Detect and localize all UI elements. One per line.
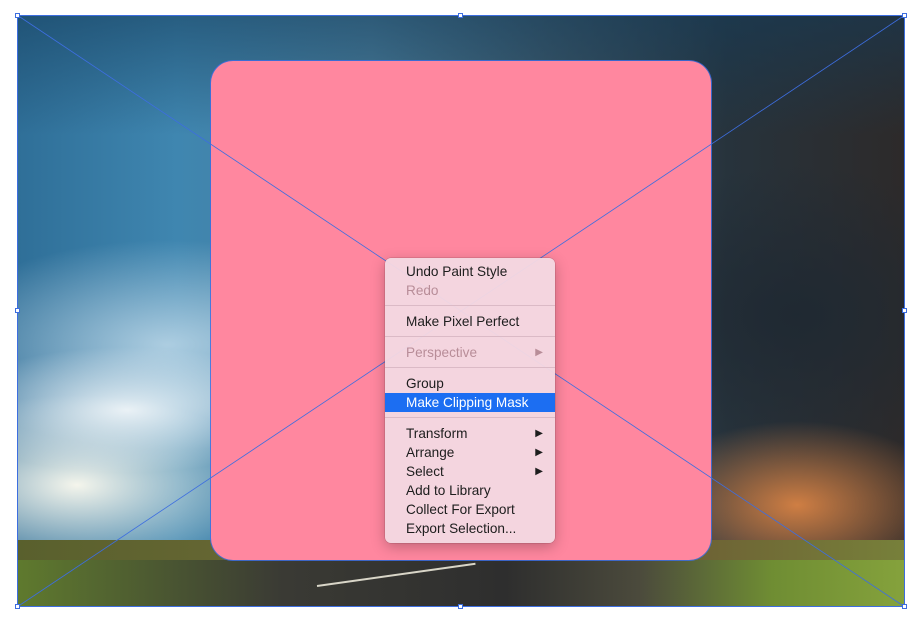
menu-separator [385, 336, 555, 337]
resize-handle-middle-left[interactable] [15, 308, 20, 313]
menu-item-label: Make Pixel Perfect [406, 314, 520, 329]
menu-item-make-pixel-perfect[interactable]: Make Pixel Perfect [385, 312, 555, 331]
menu-item-select[interactable]: Select ▶ [385, 462, 555, 481]
menu-item-arrange[interactable]: Arrange ▶ [385, 443, 555, 462]
menu-item-make-clipping-mask[interactable]: Make Clipping Mask [385, 393, 555, 412]
menu-item-perspective: Perspective ▶ [385, 343, 555, 362]
menu-item-collect-for-export[interactable]: Collect For Export [385, 500, 555, 519]
menu-separator [385, 417, 555, 418]
resize-handle-bottom-left[interactable] [15, 604, 20, 609]
resize-handle-top-center[interactable] [458, 13, 463, 18]
menu-item-label: Transform [406, 426, 468, 441]
submenu-arrow-icon: ▶ [535, 347, 543, 358]
resize-handle-bottom-center[interactable] [458, 604, 463, 609]
menu-item-redo: Redo [385, 281, 555, 300]
menu-item-export-selection[interactable]: Export Selection... [385, 519, 555, 538]
resize-handle-middle-right[interactable] [902, 308, 907, 313]
submenu-arrow-icon: ▶ [535, 428, 543, 439]
submenu-arrow-icon: ▶ [535, 447, 543, 458]
menu-item-label: Select [406, 464, 444, 479]
menu-item-add-to-library[interactable]: Add to Library [385, 481, 555, 500]
menu-item-label: Collect For Export [406, 502, 515, 517]
resize-handle-top-left[interactable] [15, 13, 20, 18]
menu-item-transform[interactable]: Transform ▶ [385, 424, 555, 443]
menu-separator [385, 305, 555, 306]
menu-item-label: Add to Library [406, 483, 491, 498]
menu-item-label: Perspective [406, 345, 478, 360]
menu-item-label: Make Clipping Mask [406, 395, 529, 410]
resize-handle-bottom-right[interactable] [902, 604, 907, 609]
menu-item-label: Arrange [406, 445, 455, 460]
menu-separator [385, 367, 555, 368]
menu-item-label: Undo Paint Style [406, 264, 508, 279]
menu-item-group[interactable]: Group [385, 374, 555, 393]
context-menu: Undo Paint Style Redo Make Pixel Perfect Pe… [385, 258, 555, 543]
menu-item-undo-paint-style[interactable]: Undo Paint Style [385, 262, 555, 281]
menu-item-label: Group [406, 376, 444, 391]
submenu-arrow-icon: ▶ [535, 466, 543, 477]
resize-handle-top-right[interactable] [902, 13, 907, 18]
menu-item-label: Export Selection... [406, 521, 517, 536]
menu-item-label: Redo [406, 283, 439, 298]
